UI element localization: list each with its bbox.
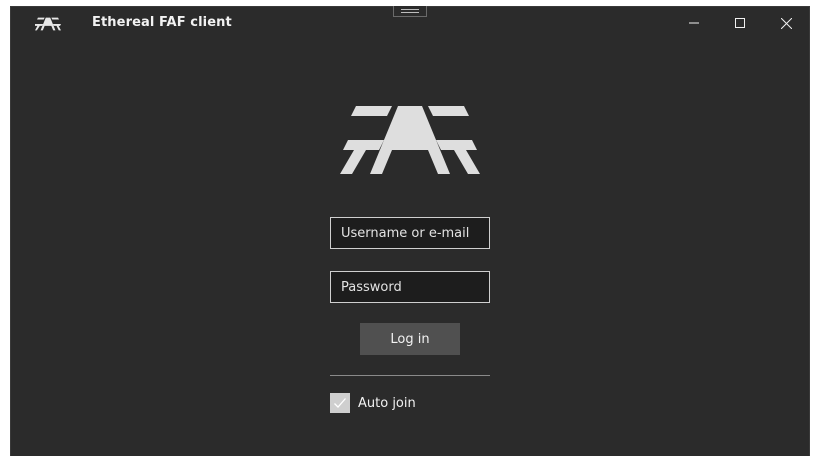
username-input[interactable] [330, 217, 490, 249]
app-window: Ethereal FAF client Username or e-mail L… [10, 6, 810, 456]
maximize-icon [735, 18, 745, 28]
close-icon [780, 17, 792, 29]
close-button[interactable] [763, 7, 809, 39]
password-input[interactable] [330, 271, 490, 303]
checkmark-icon [334, 398, 346, 408]
auto-join-label: Auto join [358, 395, 416, 411]
login-button[interactable]: Log in [360, 323, 460, 355]
minimize-button[interactable] [671, 7, 717, 39]
maximize-button[interactable] [717, 7, 763, 39]
faf-logo-icon [35, 17, 61, 31]
title-bar[interactable]: Ethereal FAF client [11, 6, 809, 41]
faf-logo-icon [340, 106, 480, 174]
auto-join-checkbox[interactable] [330, 393, 350, 413]
window-title: Ethereal FAF client [92, 15, 232, 30]
divider [330, 375, 490, 376]
minimize-icon [689, 22, 699, 24]
auto-join-option[interactable]: Auto join [330, 393, 416, 413]
drag-handle[interactable] [393, 6, 427, 17]
